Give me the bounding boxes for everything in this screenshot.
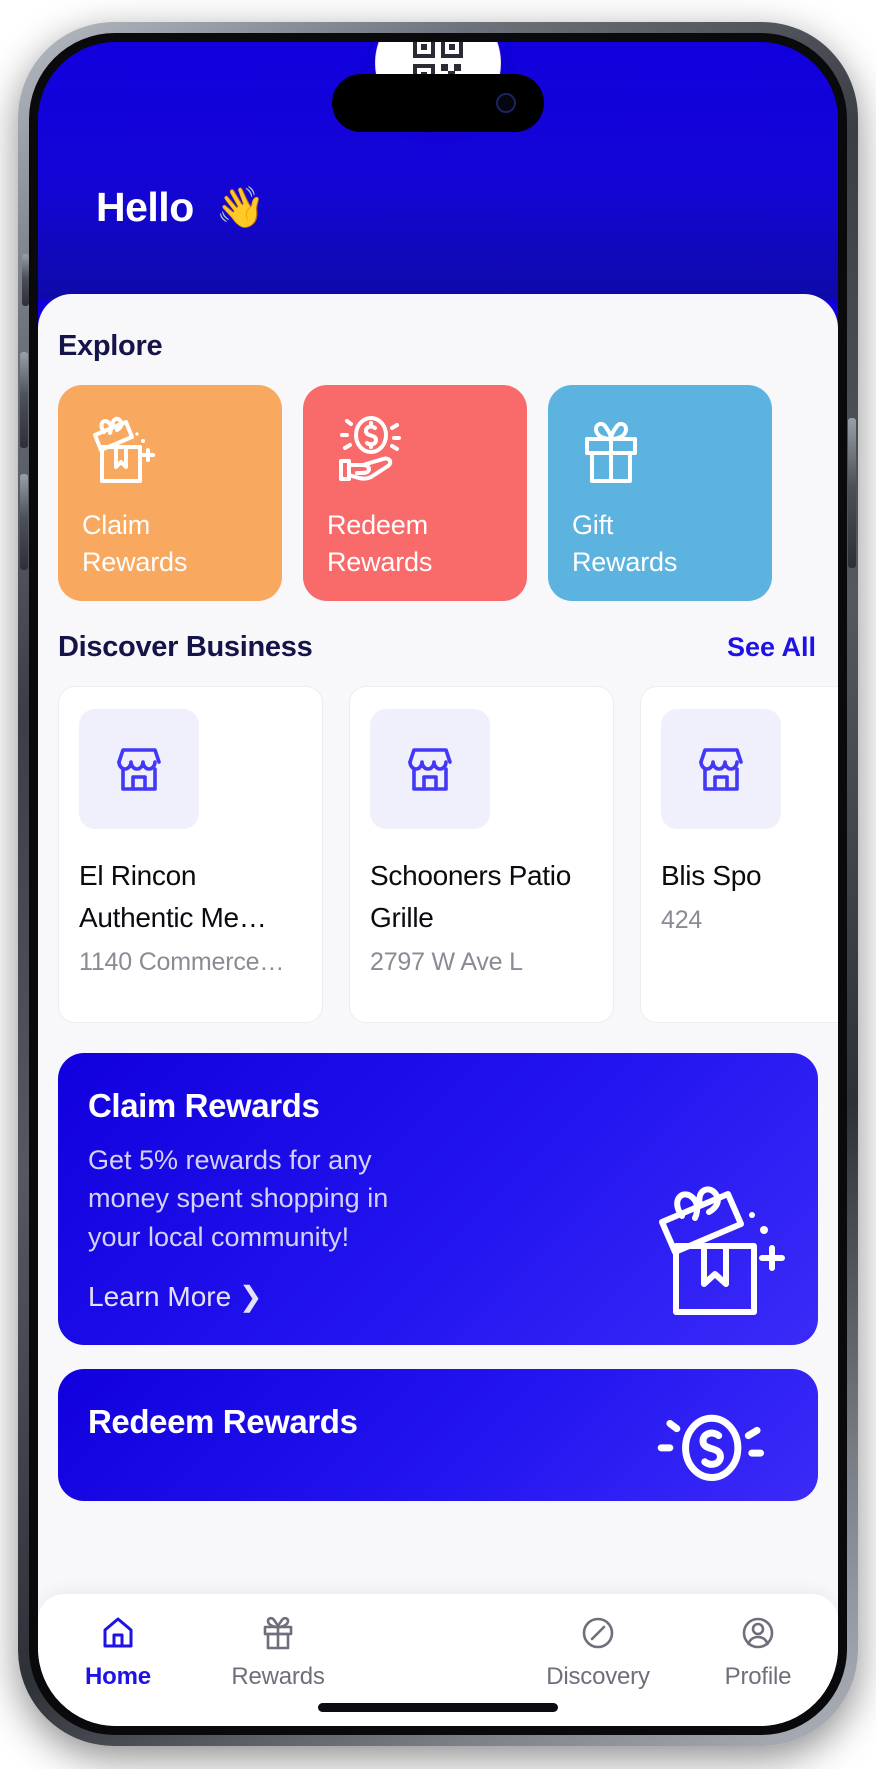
tab-discovery[interactable]: Discovery	[518, 1594, 678, 1691]
explore-card-redeem-rewards[interactable]: Redeem Rewards	[303, 385, 527, 601]
business-address: 1140 Commerce…	[79, 948, 285, 976]
tab-label: Home	[85, 1663, 151, 1690]
business-card[interactable]: El Rincon Authentic Me… 1140 Commerce…	[58, 686, 323, 1023]
explore-card-row[interactable]: Claim Rewards Redeem Rewards Gift Reward…	[38, 363, 838, 601]
greeting-text: Hello	[96, 184, 194, 230]
business-address: 424	[661, 906, 703, 934]
promo-title: Claim Rewards	[88, 1087, 320, 1124]
business-name: Schooners Patio Grille	[370, 860, 571, 933]
volume-down-button[interactable]	[20, 474, 28, 570]
explore-title: Explore	[58, 330, 163, 362]
discover-business-title: Discover Business	[58, 631, 313, 663]
gift-icon	[259, 1612, 297, 1654]
home-indicator	[318, 1703, 558, 1712]
explore-section: Explore Claim Rewards Redeem Rewards Gif…	[38, 294, 838, 601]
greeting: Hello 👋	[96, 184, 266, 231]
phone-bezel: Hello 👋 Explore Claim Rewards Redeem Rew…	[29, 33, 847, 1735]
storefront-icon	[661, 709, 781, 829]
tab-label: Profile	[724, 1663, 792, 1690]
promo-banner-claim-rewards[interactable]: Claim Rewards Get 5% rewards for any mon…	[58, 1053, 818, 1345]
scan-spacer-label	[435, 1663, 441, 1691]
tab-scan-spacer	[358, 1594, 518, 1691]
business-card-row[interactable]: El Rincon Authentic Me… 1140 Commerce… S…	[38, 664, 838, 1023]
silent-switch[interactable]	[22, 254, 29, 306]
explore-card-label: Redeem Rewards	[327, 507, 505, 582]
tab-label: Discovery	[546, 1663, 650, 1690]
gift-box-sparkle-icon	[82, 411, 260, 497]
tab-profile[interactable]: Profile	[678, 1594, 838, 1691]
explore-heading-row: Explore	[38, 330, 838, 363]
phone-screen: Hello 👋 Explore Claim Rewards Redeem Rew…	[38, 42, 838, 1726]
explore-label-line1: Gift	[572, 509, 614, 540]
tab-home[interactable]: Home	[38, 1594, 198, 1691]
tab-rewards[interactable]: Rewards	[198, 1594, 358, 1691]
business-name: El Rincon Authentic Me…	[79, 860, 267, 933]
discover-heading-row: Discover Business See All	[38, 631, 838, 664]
business-card[interactable]: Schooners Patio Grille 2797 W Ave L	[349, 686, 614, 1023]
business-address: 2797 W Ave L	[370, 948, 523, 976]
user-circle-icon	[739, 1612, 777, 1654]
discover-business-section: Discover Business See All El Rincon Auth…	[38, 601, 838, 1023]
explore-card-gift-rewards[interactable]: Gift Rewards	[548, 385, 772, 601]
promo-title: Redeem Rewards	[88, 1402, 358, 1440]
compass-icon	[579, 1612, 617, 1654]
explore-card-label: Gift Rewards	[572, 507, 750, 582]
see-all-link[interactable]: See All	[727, 632, 816, 663]
promo-body: Get 5% rewards for any money spent shopp…	[88, 1145, 389, 1252]
business-name: Blis Spo	[661, 860, 762, 891]
hand-coin-icon	[327, 411, 505, 497]
volume-up-button[interactable]	[20, 352, 28, 448]
storefront-icon	[370, 709, 490, 829]
gift-icon	[572, 411, 750, 497]
front-camera-icon	[496, 93, 516, 113]
dynamic-island	[332, 74, 544, 132]
home-icon	[99, 1612, 137, 1654]
promo-banner-redeem-rewards[interactable]: Redeem Rewards	[58, 1368, 818, 1501]
explore-label-line1: Redeem	[327, 509, 428, 540]
explore-label-line2: Rewards	[572, 546, 678, 577]
tab-label: Rewards	[231, 1663, 325, 1690]
waving-hand-icon: 👋	[215, 185, 266, 230]
explore-card-label: Claim Rewards	[82, 507, 260, 582]
explore-label-line2: Rewards	[82, 546, 188, 577]
learn-more-link[interactable]: Learn More ❯	[88, 1280, 788, 1313]
business-card[interactable]: Blis Spo 424	[640, 686, 838, 1023]
power-button[interactable]	[848, 418, 856, 568]
explore-label-line2: Rewards	[327, 546, 433, 577]
content-sheet[interactable]: Explore Claim Rewards Redeem Rewards Gif…	[38, 294, 838, 1726]
phone-frame: Hello 👋 Explore Claim Rewards Redeem Rew…	[18, 22, 858, 1746]
explore-card-claim-rewards[interactable]: Claim Rewards	[58, 385, 282, 601]
explore-label-line1: Claim	[82, 509, 151, 540]
promo-section: Claim Rewards Get 5% rewards for any mon…	[38, 1023, 838, 1501]
storefront-icon	[79, 709, 199, 829]
